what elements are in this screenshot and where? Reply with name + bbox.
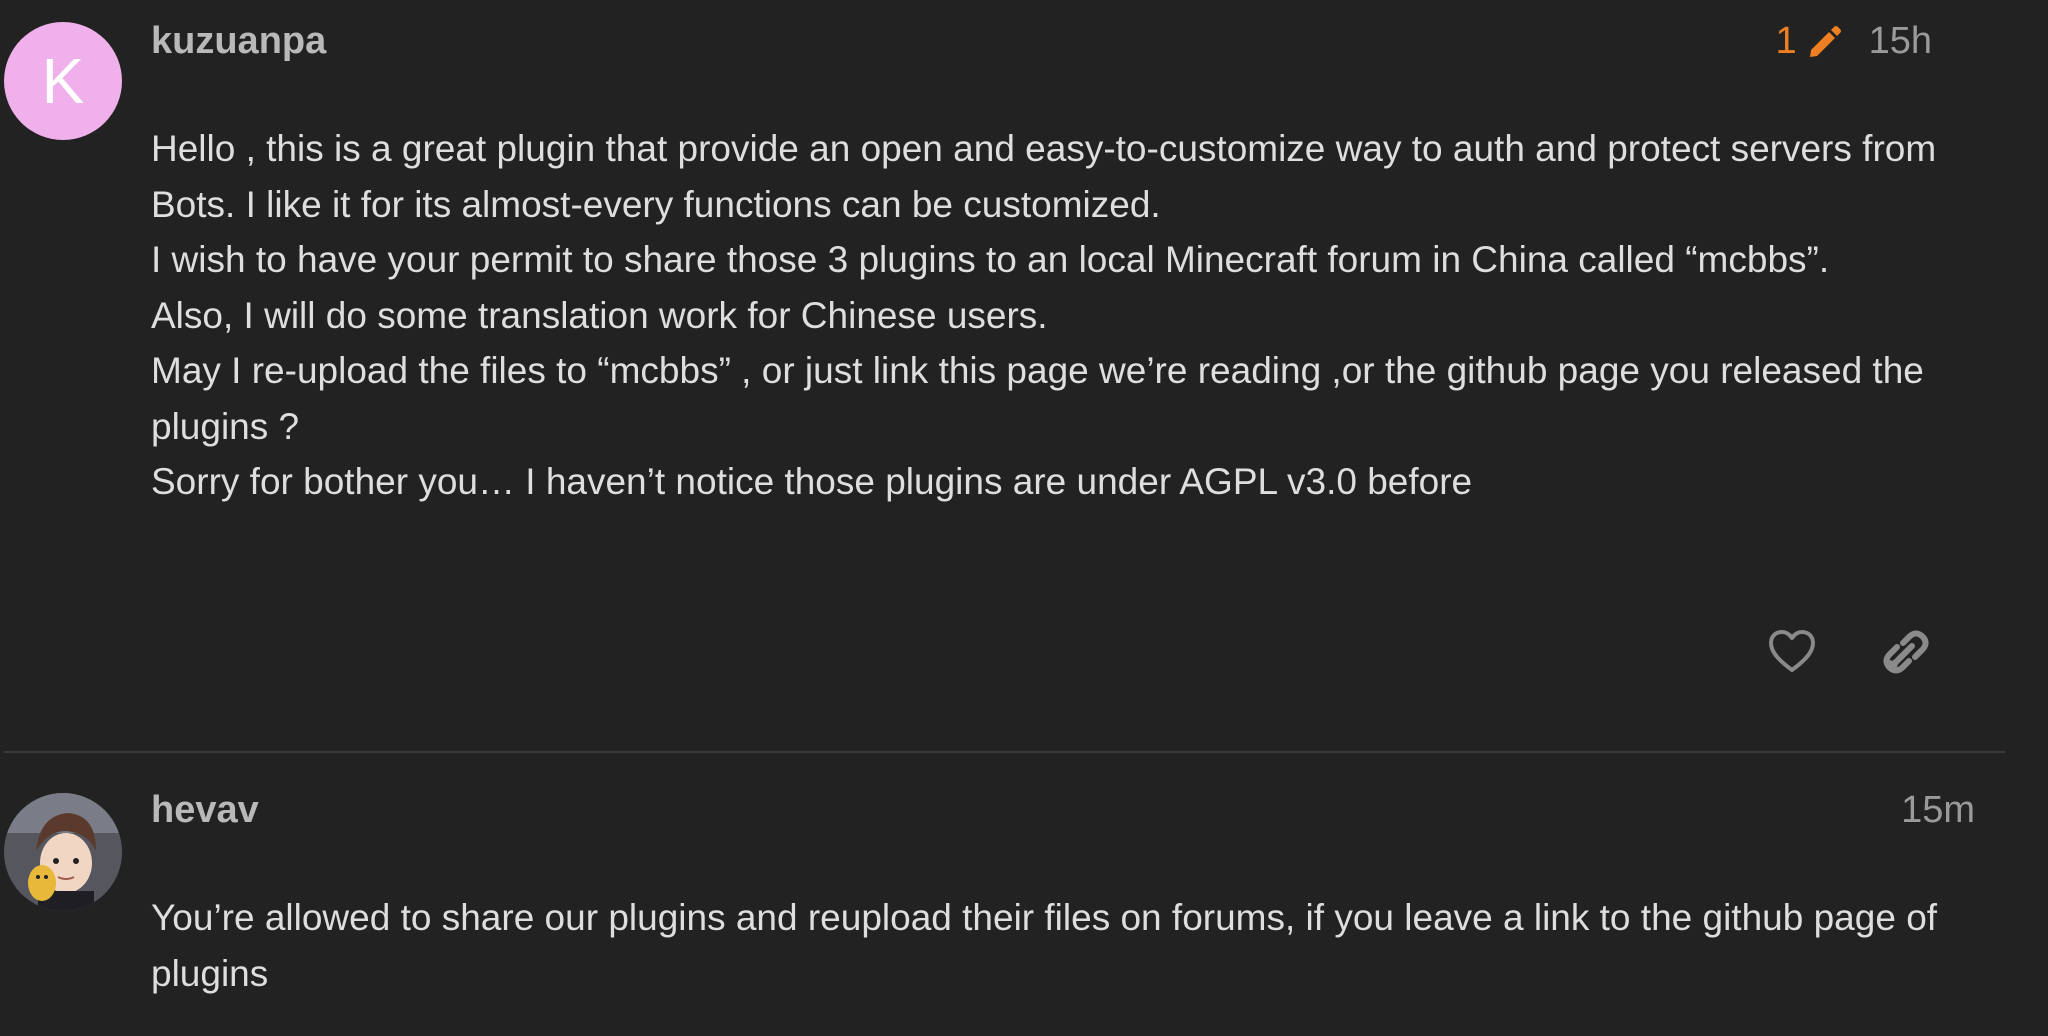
- avatar[interactable]: [4, 793, 122, 911]
- post-time[interactable]: 15m: [1901, 789, 1975, 832]
- username[interactable]: kuzuanpa: [151, 20, 326, 63]
- avatar-letter: K: [41, 45, 85, 117]
- post-paragraph: I wish to have your permit to share thos…: [151, 239, 1830, 280]
- avatar[interactable]: K: [4, 22, 122, 140]
- post-body: Hello , this is a great plugin that prov…: [151, 121, 1981, 510]
- post-kuzuanpa: K kuzuanpa 1 15h Hello , this is a great…: [0, 0, 2005, 752]
- post-time[interactable]: 15h: [1869, 20, 1932, 63]
- link-icon[interactable]: [1881, 627, 1931, 677]
- pencil-icon[interactable]: [1805, 22, 1845, 62]
- post-paragraph: You’re allowed to share our plugins and …: [151, 897, 1938, 994]
- post-paragraph: Also, I will do some translation work fo…: [151, 294, 1048, 336]
- username[interactable]: hevav: [151, 789, 259, 832]
- post-meta: 15m: [1901, 789, 1975, 832]
- post-actions: [1767, 627, 1931, 677]
- post-paragraph: Sorry for bother you… I haven’t notice t…: [151, 461, 1473, 502]
- heart-icon[interactable]: [1767, 627, 1817, 677]
- post-paragraph: May I re-upload the files to “mcbbs” , o…: [151, 350, 1924, 447]
- edit-count[interactable]: 1: [1775, 20, 1796, 63]
- post-divider: [4, 751, 2005, 753]
- post-meta: 1 15h: [1775, 20, 1932, 63]
- post-body: You’re allowed to share our plugins and …: [151, 890, 1981, 1001]
- post-paragraph: Hello , this is a great plugin that prov…: [151, 128, 1937, 225]
